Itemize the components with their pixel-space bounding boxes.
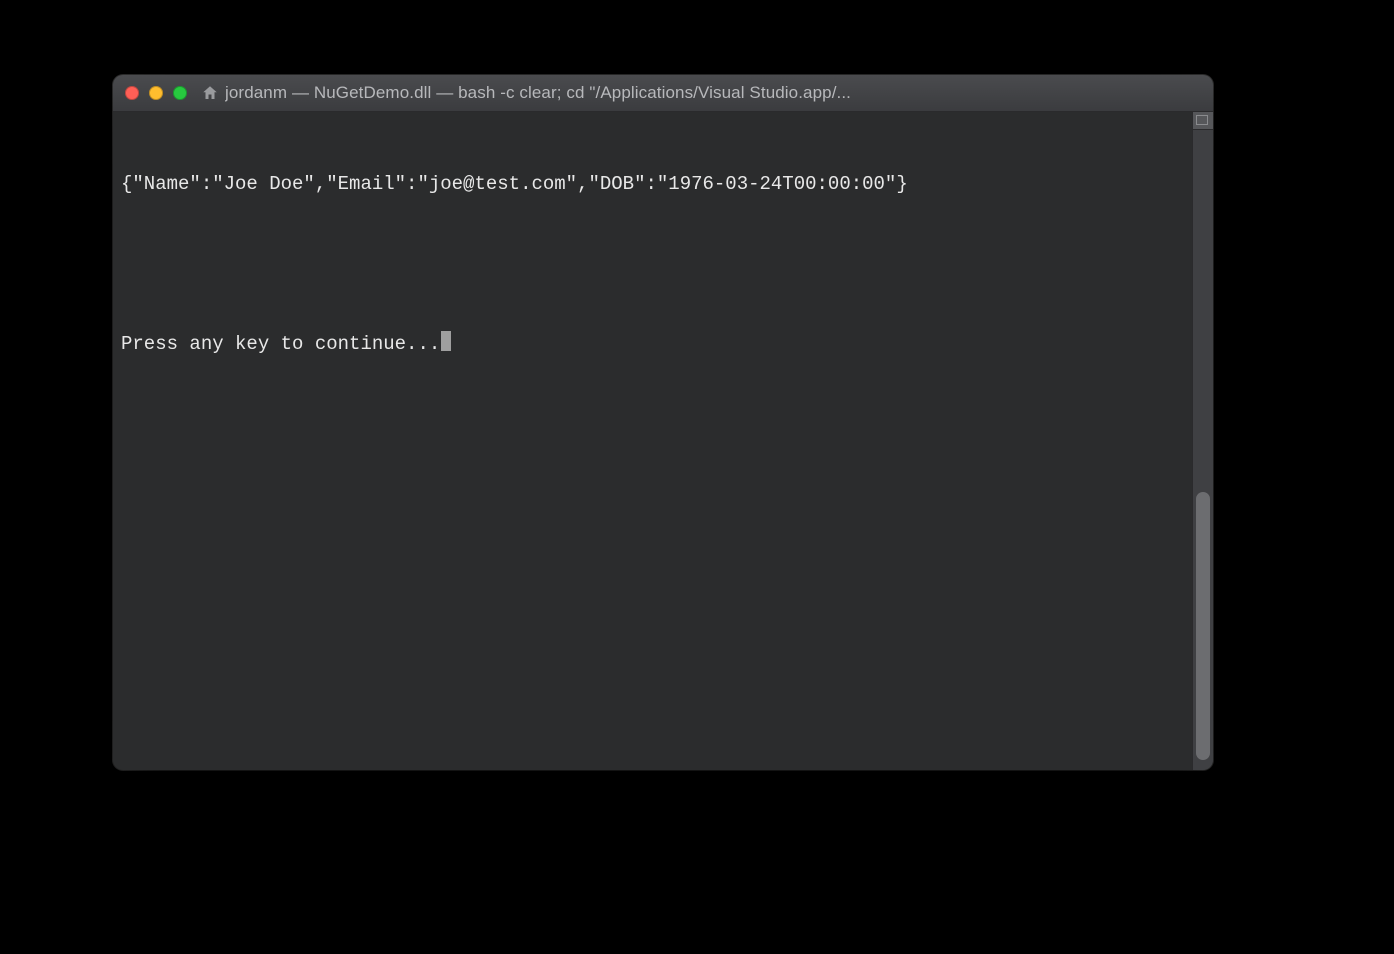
scroll-corner-icon bbox=[1193, 112, 1213, 130]
scroll-thumb[interactable] bbox=[1196, 492, 1210, 760]
titlebar[interactable]: jordanm — NuGetDemo.dll — bash -c clear;… bbox=[113, 75, 1213, 112]
traffic-lights bbox=[125, 86, 187, 100]
blank-line bbox=[121, 251, 1184, 278]
zoom-icon[interactable] bbox=[173, 86, 187, 100]
scrollbar[interactable] bbox=[1192, 112, 1213, 770]
terminal-window: jordanm — NuGetDemo.dll — bash -c clear;… bbox=[113, 75, 1213, 770]
cursor-icon bbox=[441, 331, 451, 351]
content-wrap: {"Name":"Joe Doe","Email":"joe@test.com"… bbox=[113, 112, 1213, 770]
window-title: jordanm — NuGetDemo.dll — bash -c clear;… bbox=[225, 83, 1201, 103]
prompt-text: Press any key to continue... bbox=[121, 333, 440, 355]
prompt-line: Press any key to continue... bbox=[121, 331, 1184, 358]
close-icon[interactable] bbox=[125, 86, 139, 100]
minimize-icon[interactable] bbox=[149, 86, 163, 100]
terminal-output-area[interactable]: {"Name":"Joe Doe","Email":"joe@test.com"… bbox=[113, 112, 1192, 770]
home-icon bbox=[201, 84, 219, 102]
output-line: {"Name":"Joe Doe","Email":"joe@test.com"… bbox=[121, 171, 1184, 198]
